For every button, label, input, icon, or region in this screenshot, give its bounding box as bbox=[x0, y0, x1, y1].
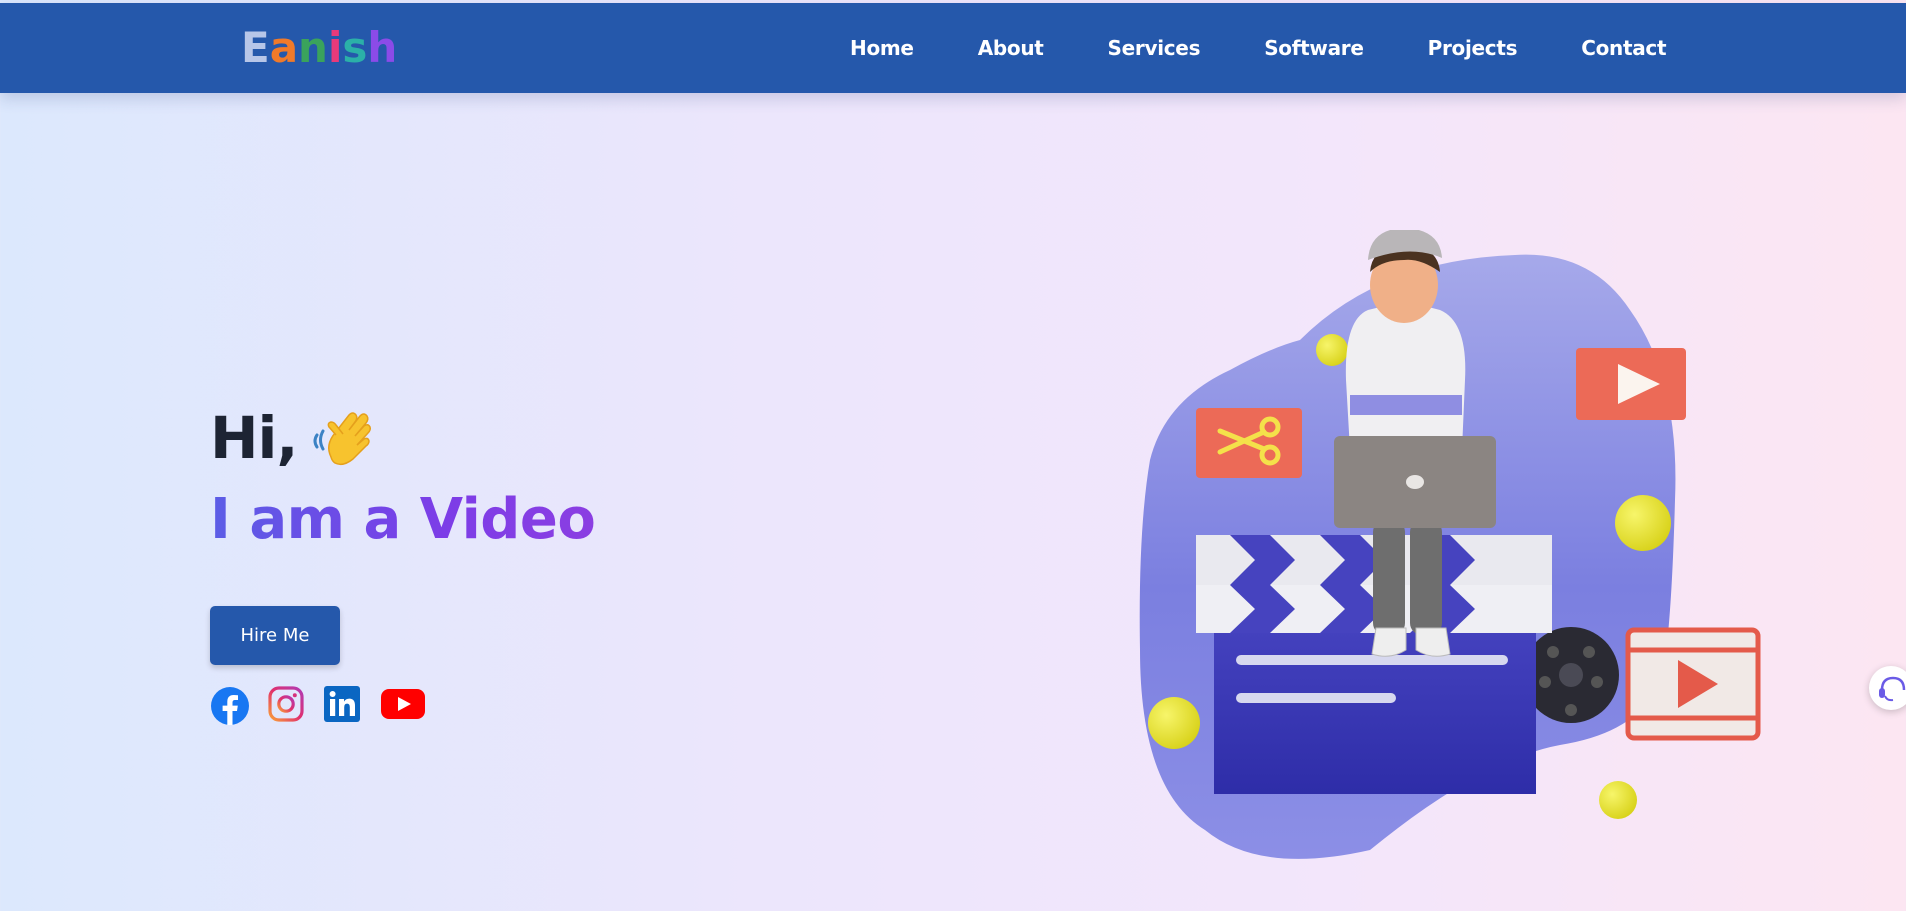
video-editor-illustration bbox=[1139, 230, 1761, 859]
nav-contact[interactable]: Contact bbox=[1581, 36, 1666, 60]
logo-letter-h: h bbox=[367, 23, 398, 72]
linkedin-icon[interactable] bbox=[324, 686, 360, 722]
greeting-text: Hi, bbox=[210, 404, 298, 472]
navbar: Eanish Home About Services Software Proj… bbox=[0, 3, 1906, 93]
hero-text: Hi, I am a Video bbox=[210, 400, 596, 558]
logo-letter-e: E bbox=[241, 23, 270, 72]
nav-about[interactable]: About bbox=[978, 36, 1044, 60]
nav-home[interactable]: Home bbox=[850, 36, 914, 60]
nav-software[interactable]: Software bbox=[1264, 36, 1364, 60]
facebook-icon[interactable] bbox=[210, 686, 250, 726]
nav-projects[interactable]: Projects bbox=[1428, 36, 1518, 60]
waving-hand-icon bbox=[313, 412, 372, 466]
greeting-row: Hi, bbox=[210, 400, 595, 476]
support-chat-button[interactable] bbox=[1869, 666, 1906, 710]
logo-letter-a: a bbox=[269, 23, 299, 72]
hire-me-button[interactable]: Hire Me bbox=[210, 606, 340, 665]
headset-icon bbox=[1879, 676, 1906, 702]
logo-letter-n: n bbox=[298, 23, 328, 72]
instagram-icon[interactable] bbox=[268, 686, 304, 722]
nav-links: Home About Services Software Projects Co… bbox=[850, 3, 1730, 93]
youtube-icon[interactable] bbox=[381, 687, 425, 721]
hero-title: I am a Video bbox=[210, 482, 596, 558]
brand-logo[interactable]: Eanish bbox=[241, 23, 397, 73]
logo-letter-s: s bbox=[342, 23, 368, 72]
nav-services[interactable]: Services bbox=[1108, 36, 1201, 60]
logo-letter-i: i bbox=[327, 23, 343, 72]
